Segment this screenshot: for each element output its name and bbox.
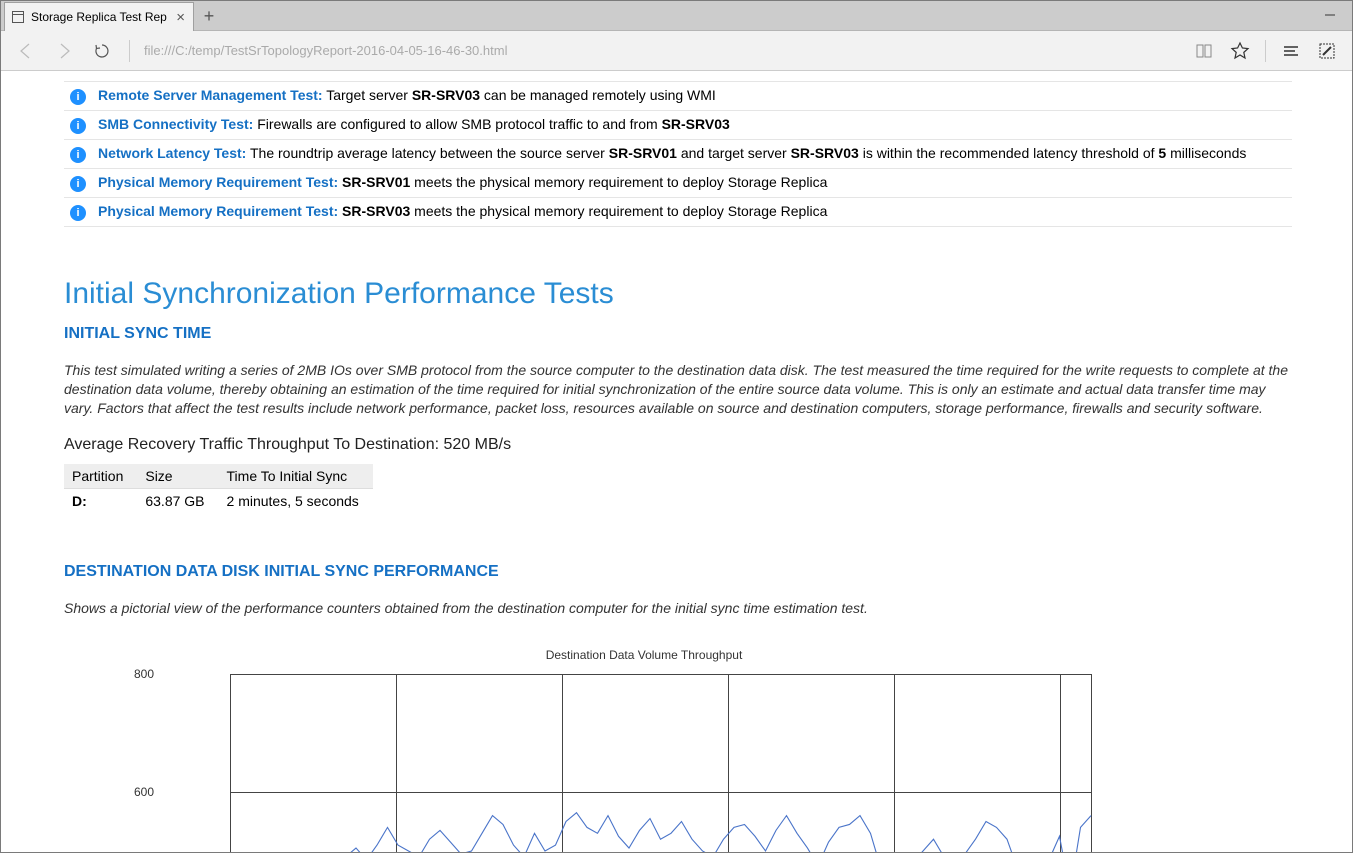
- tab-strip: Storage Replica Test Rep × +: [4, 1, 224, 31]
- minimize-button[interactable]: [1307, 1, 1352, 29]
- reading-view-button[interactable]: [1187, 34, 1221, 68]
- ytick-800: 800: [134, 667, 154, 681]
- subsection-initial-sync: INITIAL SYNC TIME: [64, 325, 1292, 343]
- dest-perf-description: Shows a pictorial view of the performanc…: [64, 599, 1292, 618]
- col-time: Time To Initial Sync: [219, 464, 373, 489]
- vgrid: [1091, 674, 1092, 852]
- subsection-dest-perf: DESTINATION DATA DISK INITIAL SYNC PERFO…: [64, 563, 1292, 581]
- title-bar: Storage Replica Test Rep × +: [1, 1, 1352, 31]
- new-tab-button[interactable]: +: [194, 1, 224, 31]
- favorite-button[interactable]: [1223, 34, 1257, 68]
- col-size: Size: [137, 464, 218, 489]
- test-description: SMB Connectivity Test: Firewalls are con…: [92, 111, 1292, 140]
- test-name: Network Latency Test:: [98, 145, 246, 161]
- separator: [129, 40, 130, 62]
- page-icon: [11, 10, 25, 24]
- test-row: i SMB Connectivity Test: Firewalls are co…: [64, 111, 1292, 140]
- info-icon: i: [70, 176, 86, 192]
- test-description: Physical Memory Requirement Test: SR-SRV…: [92, 169, 1292, 198]
- cell-size: 63.87 GB: [137, 488, 218, 513]
- throughput-chart: 800 600: [164, 674, 1124, 852]
- test-description: Network Latency Test: The roundtrip aver…: [92, 140, 1292, 169]
- test-row: i Physical Memory Requirement Test: SR-SR…: [64, 169, 1292, 198]
- chart-title: Destination Data Volume Throughput: [164, 648, 1124, 662]
- back-button[interactable]: [9, 34, 43, 68]
- chart-line: [230, 674, 1091, 852]
- window-controls: [1307, 1, 1352, 29]
- test-row: i Remote Server Management Test: Target s…: [64, 82, 1292, 111]
- forward-button[interactable]: [47, 34, 81, 68]
- test-row: i Physical Memory Requirement Test: SR-SR…: [64, 198, 1292, 227]
- webnote-button[interactable]: [1310, 34, 1344, 68]
- tab-title: Storage Replica Test Rep: [31, 10, 168, 24]
- info-icon: i: [70, 89, 86, 105]
- test-row: i Network Latency Test: The roundtrip ave…: [64, 140, 1292, 169]
- test-row: [64, 71, 1292, 82]
- test-results-table: i Remote Server Management Test: Target s…: [64, 71, 1292, 227]
- test-name: Physical Memory Requirement Test:: [98, 203, 338, 219]
- chart-container: Destination Data Volume Throughput 800 6…: [64, 648, 1292, 852]
- test-name: SMB Connectivity Test:: [98, 116, 253, 132]
- refresh-button[interactable]: [85, 34, 119, 68]
- cell-time: 2 minutes, 5 seconds: [219, 488, 373, 513]
- browser-window: Storage Replica Test Rep × + file:///C:/…: [0, 0, 1353, 853]
- test-description: Physical Memory Requirement Test: SR-SRV…: [92, 198, 1292, 227]
- throughput-summary: Average Recovery Traffic Throughput To D…: [64, 436, 1292, 454]
- cell-partition: D:: [64, 488, 137, 513]
- col-partition: Partition: [64, 464, 137, 489]
- page-content[interactable]: i Remote Server Management Test: Target s…: [1, 71, 1352, 852]
- address-bar[interactable]: file:///C:/temp/TestSrTopologyReport-201…: [140, 39, 1183, 62]
- browser-tab[interactable]: Storage Replica Test Rep ×: [4, 2, 194, 31]
- ytick-600: 600: [134, 785, 154, 799]
- test-name: Physical Memory Requirement Test:: [98, 174, 338, 190]
- initial-sync-description: This test simulated writing a series of …: [64, 361, 1292, 418]
- hub-button[interactable]: [1274, 34, 1308, 68]
- close-icon[interactable]: ×: [174, 9, 187, 26]
- info-icon: i: [70, 118, 86, 134]
- partition-table: Partition Size Time To Initial Sync D: 6…: [64, 464, 373, 513]
- test-name: Remote Server Management Test:: [98, 87, 323, 103]
- section-title: Initial Synchronization Performance Test…: [64, 277, 1292, 311]
- info-icon: i: [70, 205, 86, 221]
- toolbar: file:///C:/temp/TestSrTopologyReport-201…: [1, 31, 1352, 71]
- separator: [1265, 40, 1266, 62]
- info-icon: i: [70, 147, 86, 163]
- test-description: Remote Server Management Test: Target se…: [92, 82, 1292, 111]
